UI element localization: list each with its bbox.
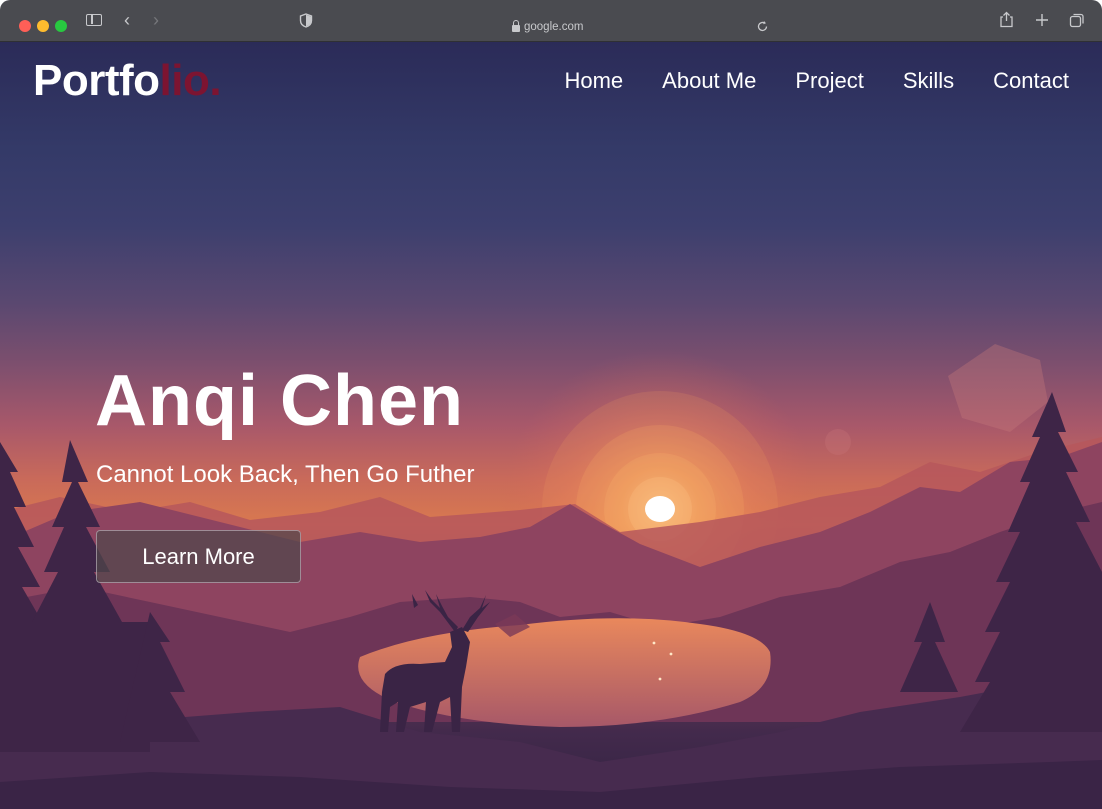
forward-icon[interactable]: › <box>153 11 159 29</box>
url-text: google.com <box>524 21 584 33</box>
hero-tagline: Cannot Look Back, Then Go Futher <box>96 461 475 488</box>
nav-link-skills[interactable]: Skills <box>903 68 954 94</box>
logo-accent-text: lio. <box>159 56 222 105</box>
reload-icon[interactable] <box>756 20 769 33</box>
hero-name: Anqi Chen <box>95 361 464 441</box>
nav-link-home[interactable]: Home <box>564 68 623 94</box>
learn-more-button[interactable]: Learn More <box>96 530 301 583</box>
site-logo[interactable]: Portfolio. <box>33 56 222 106</box>
logo-text: Portfo <box>33 56 160 105</box>
close-window-button[interactable] <box>19 20 31 32</box>
maximize-window-button[interactable] <box>55 20 67 32</box>
tabs-overview-icon[interactable] <box>1069 12 1085 28</box>
nav-link-contact[interactable]: Contact <box>993 68 1069 94</box>
bokeh-hexagon <box>948 344 1048 432</box>
minimize-window-button[interactable] <box>37 20 49 32</box>
sun <box>645 496 675 522</box>
main-nav: Home About Me Project Skills Contact <box>564 68 1069 94</box>
address-bar[interactable]: google.com <box>512 19 583 35</box>
nav-link-about-me[interactable]: About Me <box>662 68 756 94</box>
share-icon[interactable] <box>999 11 1014 28</box>
back-icon[interactable]: ‹ <box>124 11 130 29</box>
nav-link-project[interactable]: Project <box>795 68 863 94</box>
hero-section: Portfolio. Home About Me Project Skills … <box>0 42 1102 809</box>
new-tab-icon[interactable] <box>1035 13 1049 27</box>
lock-icon <box>512 20 520 32</box>
sidebar-icon[interactable] <box>86 14 102 26</box>
browser-toolbar: ‹ › google.com <box>0 0 1102 42</box>
shield-icon[interactable] <box>299 13 313 28</box>
